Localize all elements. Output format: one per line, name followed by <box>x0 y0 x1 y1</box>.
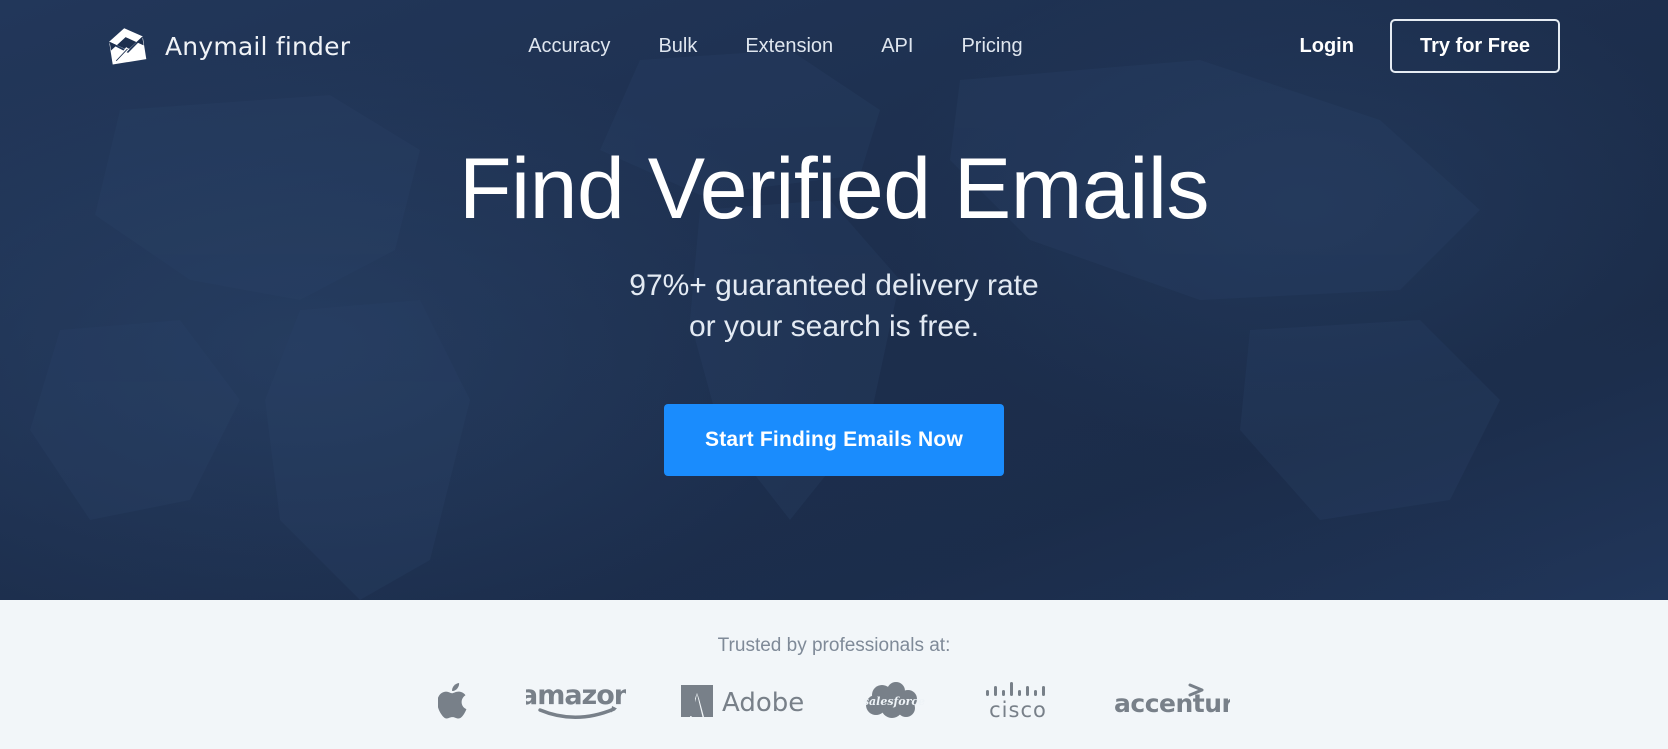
envelope-icon <box>109 28 147 65</box>
subheading-line-1: 97%+ guaranteed delivery rate <box>629 269 1039 303</box>
amazon-logo: amazon <box>526 679 626 723</box>
start-finding-emails-button[interactable]: Start Finding Emails Now <box>664 403 1004 476</box>
brand-logo[interactable]: Anymail finder <box>105 24 350 68</box>
apple-logo <box>438 680 472 722</box>
nav-link-accuracy[interactable]: Accuracy <box>528 35 610 58</box>
client-logo-row: amazon Adobe salesforce cisco accentur <box>0 679 1668 723</box>
nav-link-pricing[interactable]: Pricing <box>961 35 1022 58</box>
brand-name: Anymail finder <box>165 31 351 61</box>
accenture-logo: accenture <box>1112 679 1230 723</box>
svg-text:Adobe: Adobe <box>722 688 804 718</box>
svg-text:cisco: cisco <box>989 698 1047 722</box>
cta-container: Start Finding Emails Now <box>0 403 1668 476</box>
subheading-line-2: or your search is free. <box>688 310 980 344</box>
page-title: Find Verified Emails <box>459 141 1209 237</box>
trust-label: Trusted by professionals at: <box>717 635 951 656</box>
cisco-logo: cisco <box>980 679 1058 723</box>
hero-subheading: 97%+ guaranteed delivery rate or your se… <box>0 266 1668 348</box>
login-link[interactable]: Login <box>1300 35 1354 58</box>
nav-link-extension[interactable]: Extension <box>745 35 833 58</box>
try-for-free-button[interactable]: Try for Free <box>1389 19 1560 73</box>
adobe-logo: Adobe <box>680 681 808 721</box>
nav-links: Accuracy Bulk Extension API Pricing <box>528 35 1022 58</box>
svg-text:salesforce: salesforce <box>863 695 925 708</box>
svg-text:accenture: accenture <box>1114 689 1230 718</box>
hero-section: Anymail finder Accuracy Bulk Extension A… <box>0 0 1668 600</box>
hero-content: Find Verified Emails 97%+ guaranteed del… <box>0 144 1668 476</box>
main-navigation: Anymail finder Accuracy Bulk Extension A… <box>0 0 1668 92</box>
trust-bar: Trusted by professionals at: amazon Adob… <box>0 600 1668 749</box>
nav-link-api[interactable]: API <box>881 35 913 58</box>
salesforce-logo: salesforce <box>862 679 926 723</box>
svg-text:amazon: amazon <box>526 680 626 711</box>
nav-link-bulk[interactable]: Bulk <box>658 35 697 58</box>
nav-actions: Login Try for Free <box>1300 19 1560 73</box>
